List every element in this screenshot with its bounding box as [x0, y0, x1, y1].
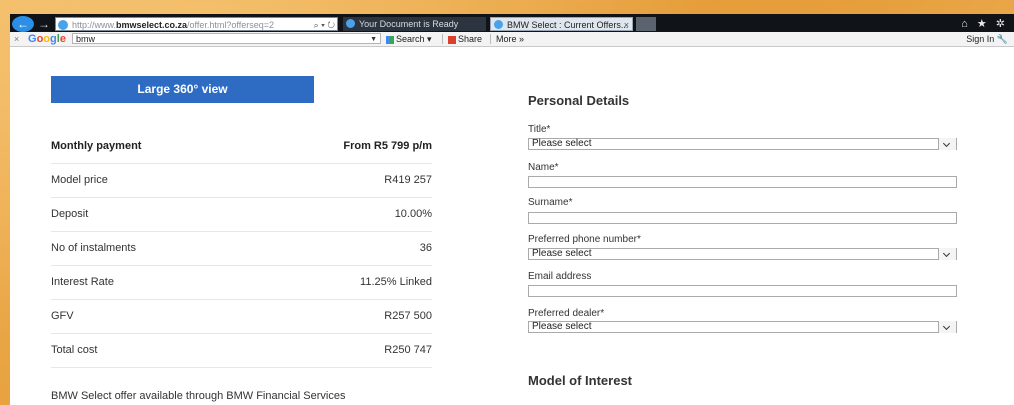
google-search-value: bmw: [76, 34, 96, 44]
row-label: GFV: [51, 310, 74, 322]
chevron-down-icon[interactable]: [938, 321, 956, 333]
finance-row-instalments: No of instalments 36: [51, 231, 432, 266]
dealer-label: Preferred dealer*: [528, 308, 605, 319]
row-label: Model price: [51, 174, 108, 186]
chevron-down-icon[interactable]: [938, 248, 956, 260]
email-field[interactable]: [528, 285, 957, 297]
finance-row-monthly-payment: Monthly payment From R5 799 p/m: [51, 129, 432, 164]
email-label: Email address: [528, 271, 592, 282]
page-content: Large 360° view Monthly payment From R5 …: [10, 47, 1014, 405]
close-icon[interactable]: ×: [14, 32, 19, 46]
share-button[interactable]: Share: [448, 32, 482, 46]
dealer-select[interactable]: Please select: [528, 321, 957, 333]
sign-in-link[interactable]: Sign In 🔧: [966, 32, 1008, 46]
tab-document-ready[interactable]: Your Document is Ready: [343, 17, 486, 31]
finance-row-deposit: Deposit 10.00%: [51, 197, 432, 232]
name-label: Name*: [528, 162, 559, 173]
address-prefix: http://www.: [72, 20, 117, 30]
finance-row-interest-rate: Interest Rate 11.25% Linked: [51, 265, 432, 300]
row-value: R419 257: [384, 174, 432, 186]
home-favorites-settings-icons[interactable]: ⌂ ★ ✲: [961, 16, 1008, 32]
row-label: Total cost: [51, 344, 98, 356]
row-value: R257 500: [384, 310, 432, 322]
google-logo: Google: [28, 33, 66, 45]
close-tab-icon[interactable]: ×: [624, 18, 629, 30]
tab-bmw-select[interactable]: BMW Select : Current Offers... ×: [490, 17, 633, 31]
divider: [490, 34, 491, 44]
model-of-interest-heading: Model of Interest: [528, 373, 633, 388]
row-value: 10.00%: [394, 208, 432, 220]
google-search-input[interactable]: bmw ▼: [72, 33, 381, 44]
row-value: 36: [419, 242, 432, 254]
finance-row-gfv: GFV R257 500: [51, 299, 432, 334]
finance-row-model-price: Model price R419 257: [51, 163, 432, 198]
row-value: From R5 799 p/m: [343, 140, 432, 152]
row-label: Monthly payment: [51, 140, 142, 152]
divider: [442, 34, 443, 44]
share-icon: [448, 35, 456, 44]
tab-label: Your Document is Ready: [359, 19, 459, 29]
row-label: No of instalments: [51, 242, 136, 254]
tab-label: BMW Select : Current Offers...: [507, 20, 629, 30]
address-bar[interactable]: http://www.bmwselect.co.za/offer.html?of…: [55, 17, 338, 31]
name-field[interactable]: [528, 176, 957, 188]
ie-icon: [346, 19, 355, 28]
personal-details-heading: Personal Details: [528, 93, 630, 108]
row-value: R250 747: [384, 344, 432, 356]
address-path: /offer.html?offerseq=2: [187, 20, 275, 30]
row-label: Deposit: [51, 208, 89, 220]
new-tab-button[interactable]: [636, 17, 656, 31]
google-search-button[interactable]: Search ▾: [386, 32, 432, 46]
more-button[interactable]: More »: [496, 32, 524, 46]
row-value: 11.25% Linked: [360, 276, 432, 288]
chevron-down-icon[interactable]: [938, 138, 956, 150]
ie-icon: [58, 20, 68, 30]
large-360-view-button[interactable]: Large 360° view: [51, 76, 314, 103]
wrench-icon[interactable]: 🔧: [997, 34, 1008, 44]
address-domain: bmwselect.co.za: [116, 20, 188, 30]
phone-select[interactable]: Please select: [528, 248, 957, 260]
forward-button[interactable]: →: [38, 16, 50, 32]
chevron-down-icon[interactable]: ▼: [370, 34, 377, 45]
surname-field[interactable]: [528, 212, 957, 224]
phone-label: Preferred phone number*: [528, 234, 641, 245]
title-select[interactable]: Please select: [528, 138, 957, 150]
ie-icon: [494, 20, 503, 29]
finance-row-total-cost: Total cost R250 747: [51, 333, 432, 368]
surname-label: Surname*: [528, 197, 573, 208]
search-icon: [386, 35, 394, 44]
title-label: Title*: [528, 124, 551, 135]
back-button[interactable]: ←: [12, 16, 34, 32]
address-controls[interactable]: ⌕ ▾ ↻: [314, 18, 335, 30]
row-label: Interest Rate: [51, 276, 114, 288]
financial-services-note: BMW Select offer available through BMW F…: [51, 390, 346, 402]
google-toolbar: × Google bmw ▼ Search ▾ Share More » Sig…: [10, 32, 1014, 47]
